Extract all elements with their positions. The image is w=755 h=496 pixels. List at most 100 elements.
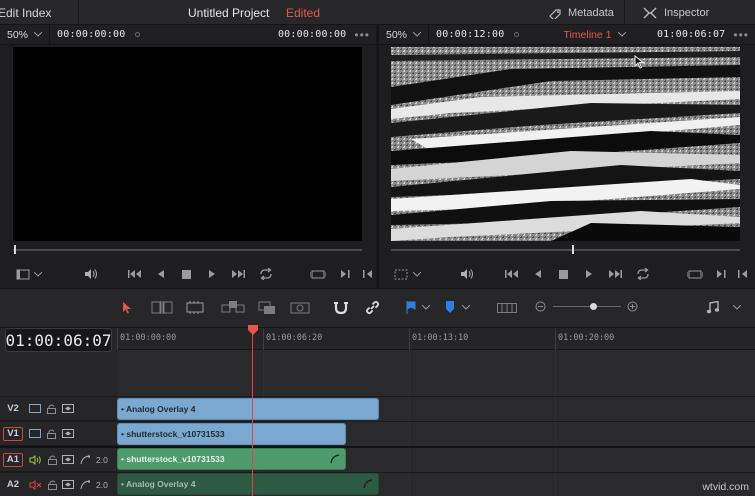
source-zoom-dropdown[interactable]: 50% bbox=[0, 24, 51, 45]
match-frame-icon[interactable] bbox=[310, 269, 326, 280]
chevron-down-icon[interactable] bbox=[34, 271, 42, 277]
blade-tool-icon[interactable] bbox=[186, 301, 204, 314]
play-icon[interactable] bbox=[585, 269, 593, 279]
source-options-icon[interactable]: ••• bbox=[354, 28, 370, 42]
jump-to-end-icon[interactable] bbox=[608, 269, 622, 279]
zoom-in-icon[interactable] bbox=[627, 301, 638, 312]
chevron-down-icon[interactable] bbox=[462, 305, 470, 310]
project-title: Untitled Project bbox=[188, 6, 270, 20]
curve-icon[interactable] bbox=[363, 479, 373, 489]
playhead-marker-icon[interactable] bbox=[247, 324, 259, 336]
track-name-a1[interactable]: A1 bbox=[3, 452, 23, 467]
dot-icon bbox=[135, 32, 141, 37]
volume-icon[interactable] bbox=[460, 268, 474, 280]
stop-icon[interactable] bbox=[182, 269, 191, 279]
clip-analog-overlay-4[interactable]: • Analog Overlay 4 bbox=[117, 398, 379, 420]
loop-icon[interactable] bbox=[636, 268, 650, 280]
timeline-name-dropdown[interactable]: Timeline 1 bbox=[563, 29, 626, 41]
jump-to-start-icon[interactable] bbox=[505, 269, 519, 279]
track-output-icon[interactable] bbox=[29, 429, 41, 438]
flag-icon[interactable] bbox=[406, 301, 416, 314]
stop-icon[interactable] bbox=[559, 269, 568, 279]
chevron-down-icon[interactable] bbox=[413, 271, 421, 277]
timeline-zoom-value: 50% bbox=[386, 28, 408, 41]
chevron-down-icon[interactable] bbox=[733, 305, 741, 310]
lock-icon[interactable] bbox=[48, 455, 57, 465]
mark-out-icon[interactable] bbox=[738, 269, 748, 279]
snapping-icon[interactable] bbox=[333, 300, 348, 315]
overwrite-clip-icon[interactable] bbox=[258, 300, 276, 315]
marker-icon[interactable] bbox=[445, 300, 455, 314]
curve-icon[interactable] bbox=[80, 479, 90, 490]
source-scrub-bar[interactable] bbox=[13, 245, 362, 254]
timeline-timecode-display[interactable]: 01:00:06:07 bbox=[5, 328, 112, 352]
track-header-v2: V2 bbox=[0, 397, 117, 421]
zoom-slider[interactable] bbox=[553, 306, 621, 307]
inspector-label: Inspector bbox=[664, 7, 710, 19]
video-frame-image bbox=[391, 47, 740, 241]
curve-icon[interactable] bbox=[330, 454, 340, 464]
lock-icon[interactable] bbox=[47, 429, 56, 439]
match-frame-icon[interactable] bbox=[687, 269, 703, 280]
timeline-scrub-handle[interactable] bbox=[572, 245, 574, 254]
lock-icon[interactable] bbox=[47, 404, 56, 414]
grid-line bbox=[555, 350, 556, 496]
watermark: wtvid.com bbox=[702, 481, 749, 493]
jump-to-end-icon[interactable] bbox=[231, 269, 245, 279]
inspector-button[interactable]: Inspector bbox=[643, 5, 709, 21]
play-icon[interactable] bbox=[208, 269, 216, 279]
linked-selection-icon[interactable] bbox=[365, 300, 380, 315]
timeline-zoom-dropdown[interactable]: 50% bbox=[379, 24, 430, 45]
clip-analog-overlay-4-audio[interactable]: • Analog Overlay 4 bbox=[117, 473, 379, 495]
jump-to-start-icon[interactable] bbox=[128, 269, 142, 279]
zoom-slider-handle[interactable] bbox=[590, 303, 597, 310]
clip-shutterstock-audio[interactable]: • shutterstock_v10731533 bbox=[117, 448, 346, 470]
track-name-v1[interactable]: V1 bbox=[3, 426, 23, 441]
audio-music-icon[interactable] bbox=[706, 301, 719, 314]
source-scrub-handle[interactable] bbox=[14, 245, 16, 254]
divider bbox=[624, 0, 625, 25]
timeline-scrub-bar[interactable] bbox=[391, 245, 740, 254]
metadata-button[interactable]: Metadata bbox=[548, 5, 614, 21]
ruler-tick bbox=[263, 328, 264, 350]
timeline-viewer[interactable] bbox=[391, 47, 740, 241]
speaker-muted-icon[interactable] bbox=[29, 479, 42, 490]
zoom-out-icon[interactable] bbox=[535, 301, 546, 312]
timeline-ruler[interactable]: 01:00:00:00 01:00:06:20 01:00:13:10 01:0… bbox=[117, 328, 755, 350]
insert-clip-icon[interactable] bbox=[221, 300, 245, 315]
divider bbox=[78, 0, 79, 25]
auto-select-icon[interactable] bbox=[62, 429, 74, 438]
track-name-a2[interactable]: A2 bbox=[3, 478, 23, 492]
source-viewer[interactable] bbox=[13, 47, 362, 241]
auto-select-icon[interactable] bbox=[62, 480, 74, 489]
loop-icon[interactable] bbox=[259, 268, 273, 280]
clip-shutterstock-video[interactable]: • shutterstock_v10731533 bbox=[117, 423, 346, 445]
replace-clip-icon[interactable] bbox=[290, 300, 310, 315]
selection-tool-icon[interactable] bbox=[122, 301, 132, 314]
source-viewer-header: 50% 00:00:00:00 00:00:00:00 ••• bbox=[0, 24, 376, 45]
curve-icon[interactable] bbox=[80, 454, 90, 465]
lock-icon[interactable] bbox=[48, 480, 57, 490]
timeline-options-icon[interactable]: ••• bbox=[733, 28, 749, 42]
speaker-icon[interactable] bbox=[29, 454, 42, 465]
play-reverse-icon[interactable] bbox=[534, 269, 542, 279]
track-output-icon[interactable] bbox=[29, 404, 41, 413]
mark-out-icon[interactable] bbox=[363, 269, 373, 279]
mark-in-icon[interactable] bbox=[340, 269, 350, 279]
edit-index-button[interactable]: Edit Index bbox=[0, 6, 51, 20]
clip-view-icon[interactable] bbox=[16, 269, 30, 280]
play-reverse-icon[interactable] bbox=[157, 269, 165, 279]
auto-select-icon[interactable] bbox=[62, 404, 74, 413]
chevron-down-icon[interactable] bbox=[422, 305, 430, 310]
full-extent-zoom-icon[interactable] bbox=[497, 303, 517, 313]
track-name-v2[interactable]: V2 bbox=[3, 402, 23, 416]
playhead-line[interactable] bbox=[252, 334, 253, 496]
viewer-divider[interactable] bbox=[376, 25, 379, 288]
auto-select-icon[interactable] bbox=[62, 455, 74, 464]
mark-in-icon[interactable] bbox=[716, 269, 726, 279]
chevron-down-icon bbox=[34, 32, 43, 37]
trim-tool-icon[interactable] bbox=[151, 300, 173, 315]
timeline-current-timecode: 01:00:06:07 bbox=[656, 29, 726, 40]
safe-area-icon[interactable] bbox=[394, 269, 408, 280]
volume-icon[interactable] bbox=[84, 268, 98, 280]
